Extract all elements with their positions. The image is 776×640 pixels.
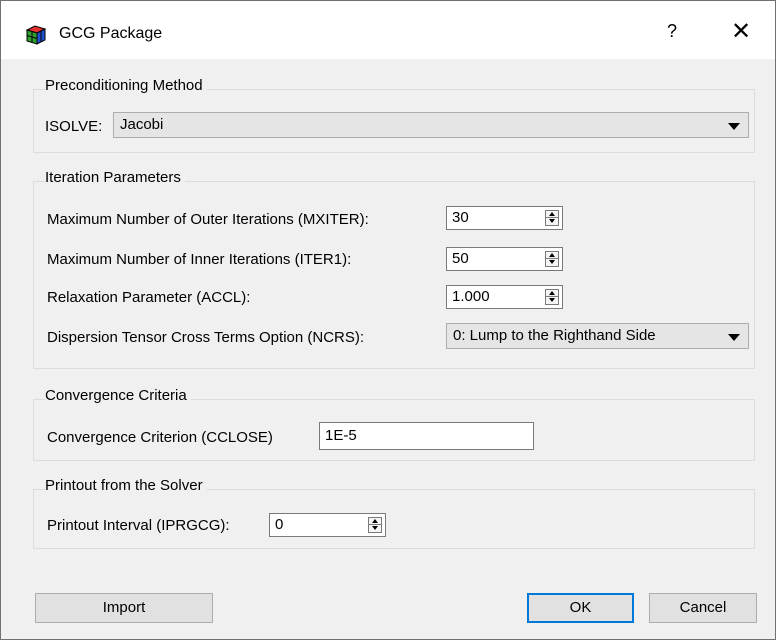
- ok-button[interactable]: OK: [527, 593, 634, 623]
- help-button[interactable]: ?: [667, 21, 677, 42]
- spin-arrows-icon[interactable]: [545, 210, 559, 226]
- isolve-dropdown[interactable]: Jacobi: [113, 112, 749, 138]
- title-bar: GCG Package ? ✕: [1, 1, 775, 59]
- iprgcg-value: 0: [275, 516, 284, 533]
- iteration-group-title: Iteration Parameters: [45, 169, 185, 186]
- spin-arrows-icon[interactable]: [545, 289, 559, 305]
- iprgcg-label: Printout Interval (IPRGCG):: [47, 517, 230, 534]
- spin-arrows-icon[interactable]: [545, 251, 559, 267]
- iprgcg-spinbox[interactable]: 0: [269, 513, 386, 537]
- convergence-group-title: Convergence Criteria: [45, 387, 191, 404]
- ncrs-label: Dispersion Tensor Cross Terms Option (NC…: [47, 329, 365, 346]
- accl-label: Relaxation Parameter (ACCL):: [47, 289, 251, 306]
- iter1-value: 50: [452, 250, 469, 267]
- cclose-value: 1E-5: [325, 427, 357, 444]
- accl-value: 1.000: [452, 288, 490, 305]
- window-title: GCG Package: [59, 25, 163, 42]
- mxiter-label: Maximum Number of Outer Iterations (MXIT…: [47, 211, 369, 228]
- accl-spinbox[interactable]: 1.000: [446, 285, 563, 309]
- ncrs-selected-value: 0: Lump to the Righthand Side: [453, 327, 656, 344]
- chevron-down-icon: [728, 334, 740, 341]
- chevron-down-icon: [728, 123, 740, 130]
- isolve-selected-value: Jacobi: [120, 116, 164, 133]
- ncrs-dropdown[interactable]: 0: Lump to the Righthand Side: [446, 323, 749, 349]
- cclose-input[interactable]: 1E-5: [319, 422, 534, 450]
- cclose-label: Convergence Criterion (CCLOSE): [47, 429, 273, 446]
- iter1-spinbox[interactable]: 50: [446, 247, 563, 271]
- import-button[interactable]: Import: [35, 593, 213, 623]
- mxiter-spinbox[interactable]: 30: [446, 206, 563, 230]
- printout-group-title: Printout from the Solver: [45, 477, 207, 494]
- mxiter-value: 30: [452, 209, 469, 226]
- cancel-button[interactable]: Cancel: [649, 593, 757, 623]
- preconditioning-group-title: Preconditioning Method: [45, 77, 207, 94]
- iter1-label: Maximum Number of Inner Iterations (ITER…: [47, 251, 352, 268]
- spin-arrows-icon[interactable]: [368, 517, 382, 533]
- app-grid-cube-icon: [25, 25, 47, 45]
- gcg-package-dialog: GCG Package ? ✕ Preconditioning Method I…: [0, 0, 776, 640]
- isolve-label: ISOLVE:: [45, 118, 103, 135]
- close-button[interactable]: ✕: [731, 17, 751, 46]
